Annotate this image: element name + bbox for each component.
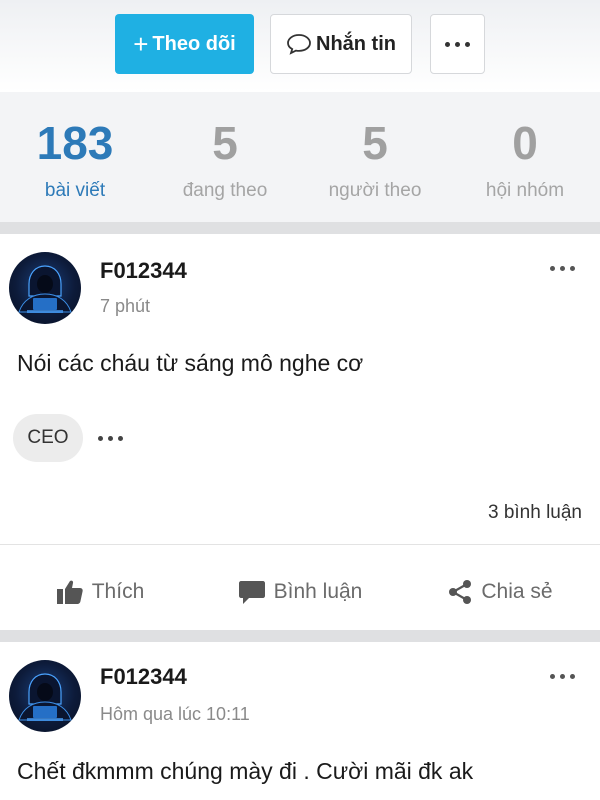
comment-icon	[238, 581, 265, 604]
share-button[interactable]: Chia sẻ	[400, 574, 600, 610]
message-button[interactable]: Nhắn tin	[270, 14, 412, 74]
hooded-figure-avatar-icon	[18, 265, 72, 313]
comment-label: Bình luận	[273, 580, 363, 603]
stat-value: 183	[36, 117, 114, 169]
stat-value: 5	[212, 117, 238, 169]
post-content: Chết đkmmm chúng mày đi . Cười mãi đk ak	[17, 758, 474, 784]
stat-label: hội nhóm	[485, 180, 565, 201]
message-button-label: Nhắn tin	[316, 32, 396, 55]
stat-value: 5	[362, 117, 388, 169]
stat-label: đang theo	[182, 180, 268, 201]
hooded-figure-avatar-icon	[18, 673, 72, 721]
post-more-button[interactable]	[550, 266, 575, 271]
stat-groups[interactable]: 0 hội nhóm	[450, 92, 600, 222]
stat-followers[interactable]: 5 người theo	[300, 92, 450, 222]
section-separator	[0, 630, 600, 642]
tag-more-button[interactable]	[98, 435, 123, 441]
profile-action-bar: + Theo dõi Nhắn tin	[0, 0, 600, 92]
post-author[interactable]: F012344	[100, 664, 187, 690]
more-options-button[interactable]	[430, 14, 485, 74]
share-label: Chia sẻ	[481, 580, 553, 603]
post-timestamp[interactable]: 7 phút	[100, 296, 150, 317]
share-icon	[449, 580, 472, 604]
like-label: Thích	[91, 580, 145, 603]
avatar[interactable]	[9, 252, 81, 324]
avatar[interactable]	[9, 660, 81, 732]
profile-stats: 183 bài viết 5 đang theo 5 người theo 0 …	[0, 92, 600, 222]
tag-label: CEO	[27, 427, 69, 448]
comment-count[interactable]: 3 bình luận	[488, 502, 582, 524]
post-author[interactable]: F012344	[100, 258, 187, 284]
stat-following[interactable]: 5 đang theo	[150, 92, 300, 222]
section-separator	[0, 222, 600, 234]
post-card: F012344 7 phút Nói các cháu từ sáng mô n…	[0, 234, 600, 630]
stat-value: 0	[512, 117, 538, 169]
comment-button[interactable]: Bình luận	[200, 574, 400, 610]
post-timestamp[interactable]: Hôm qua lúc 10:11	[100, 704, 250, 725]
stat-posts[interactable]: 183 bài viết	[0, 92, 150, 222]
speech-bubble-icon	[287, 34, 311, 55]
divider	[0, 544, 600, 545]
more-horizontal-icon	[445, 41, 470, 47]
plus-icon: +	[133, 29, 149, 59]
post-more-button[interactable]	[550, 674, 575, 679]
tag-chip[interactable]: CEO	[13, 414, 83, 462]
like-button[interactable]: Thích	[0, 574, 200, 610]
post-content: Nói các cháu từ sáng mô nghe cơ	[17, 350, 364, 376]
more-horizontal-icon	[550, 266, 575, 271]
follow-button[interactable]: + Theo dõi	[115, 14, 254, 74]
reaction-bar: Thích Bình luận Chia sẻ	[0, 574, 600, 610]
stat-label: bài viết	[44, 180, 106, 201]
post-tag-row: CEO	[13, 414, 123, 462]
more-horizontal-icon	[550, 674, 575, 679]
more-horizontal-icon	[98, 435, 123, 441]
post-card: F012344 Hôm qua lúc 10:11 Chết đkmmm chú…	[0, 642, 600, 800]
stat-label: người theo	[328, 180, 422, 201]
thumbs-up-icon	[56, 580, 83, 604]
follow-button-label: Theo dõi	[152, 32, 236, 55]
